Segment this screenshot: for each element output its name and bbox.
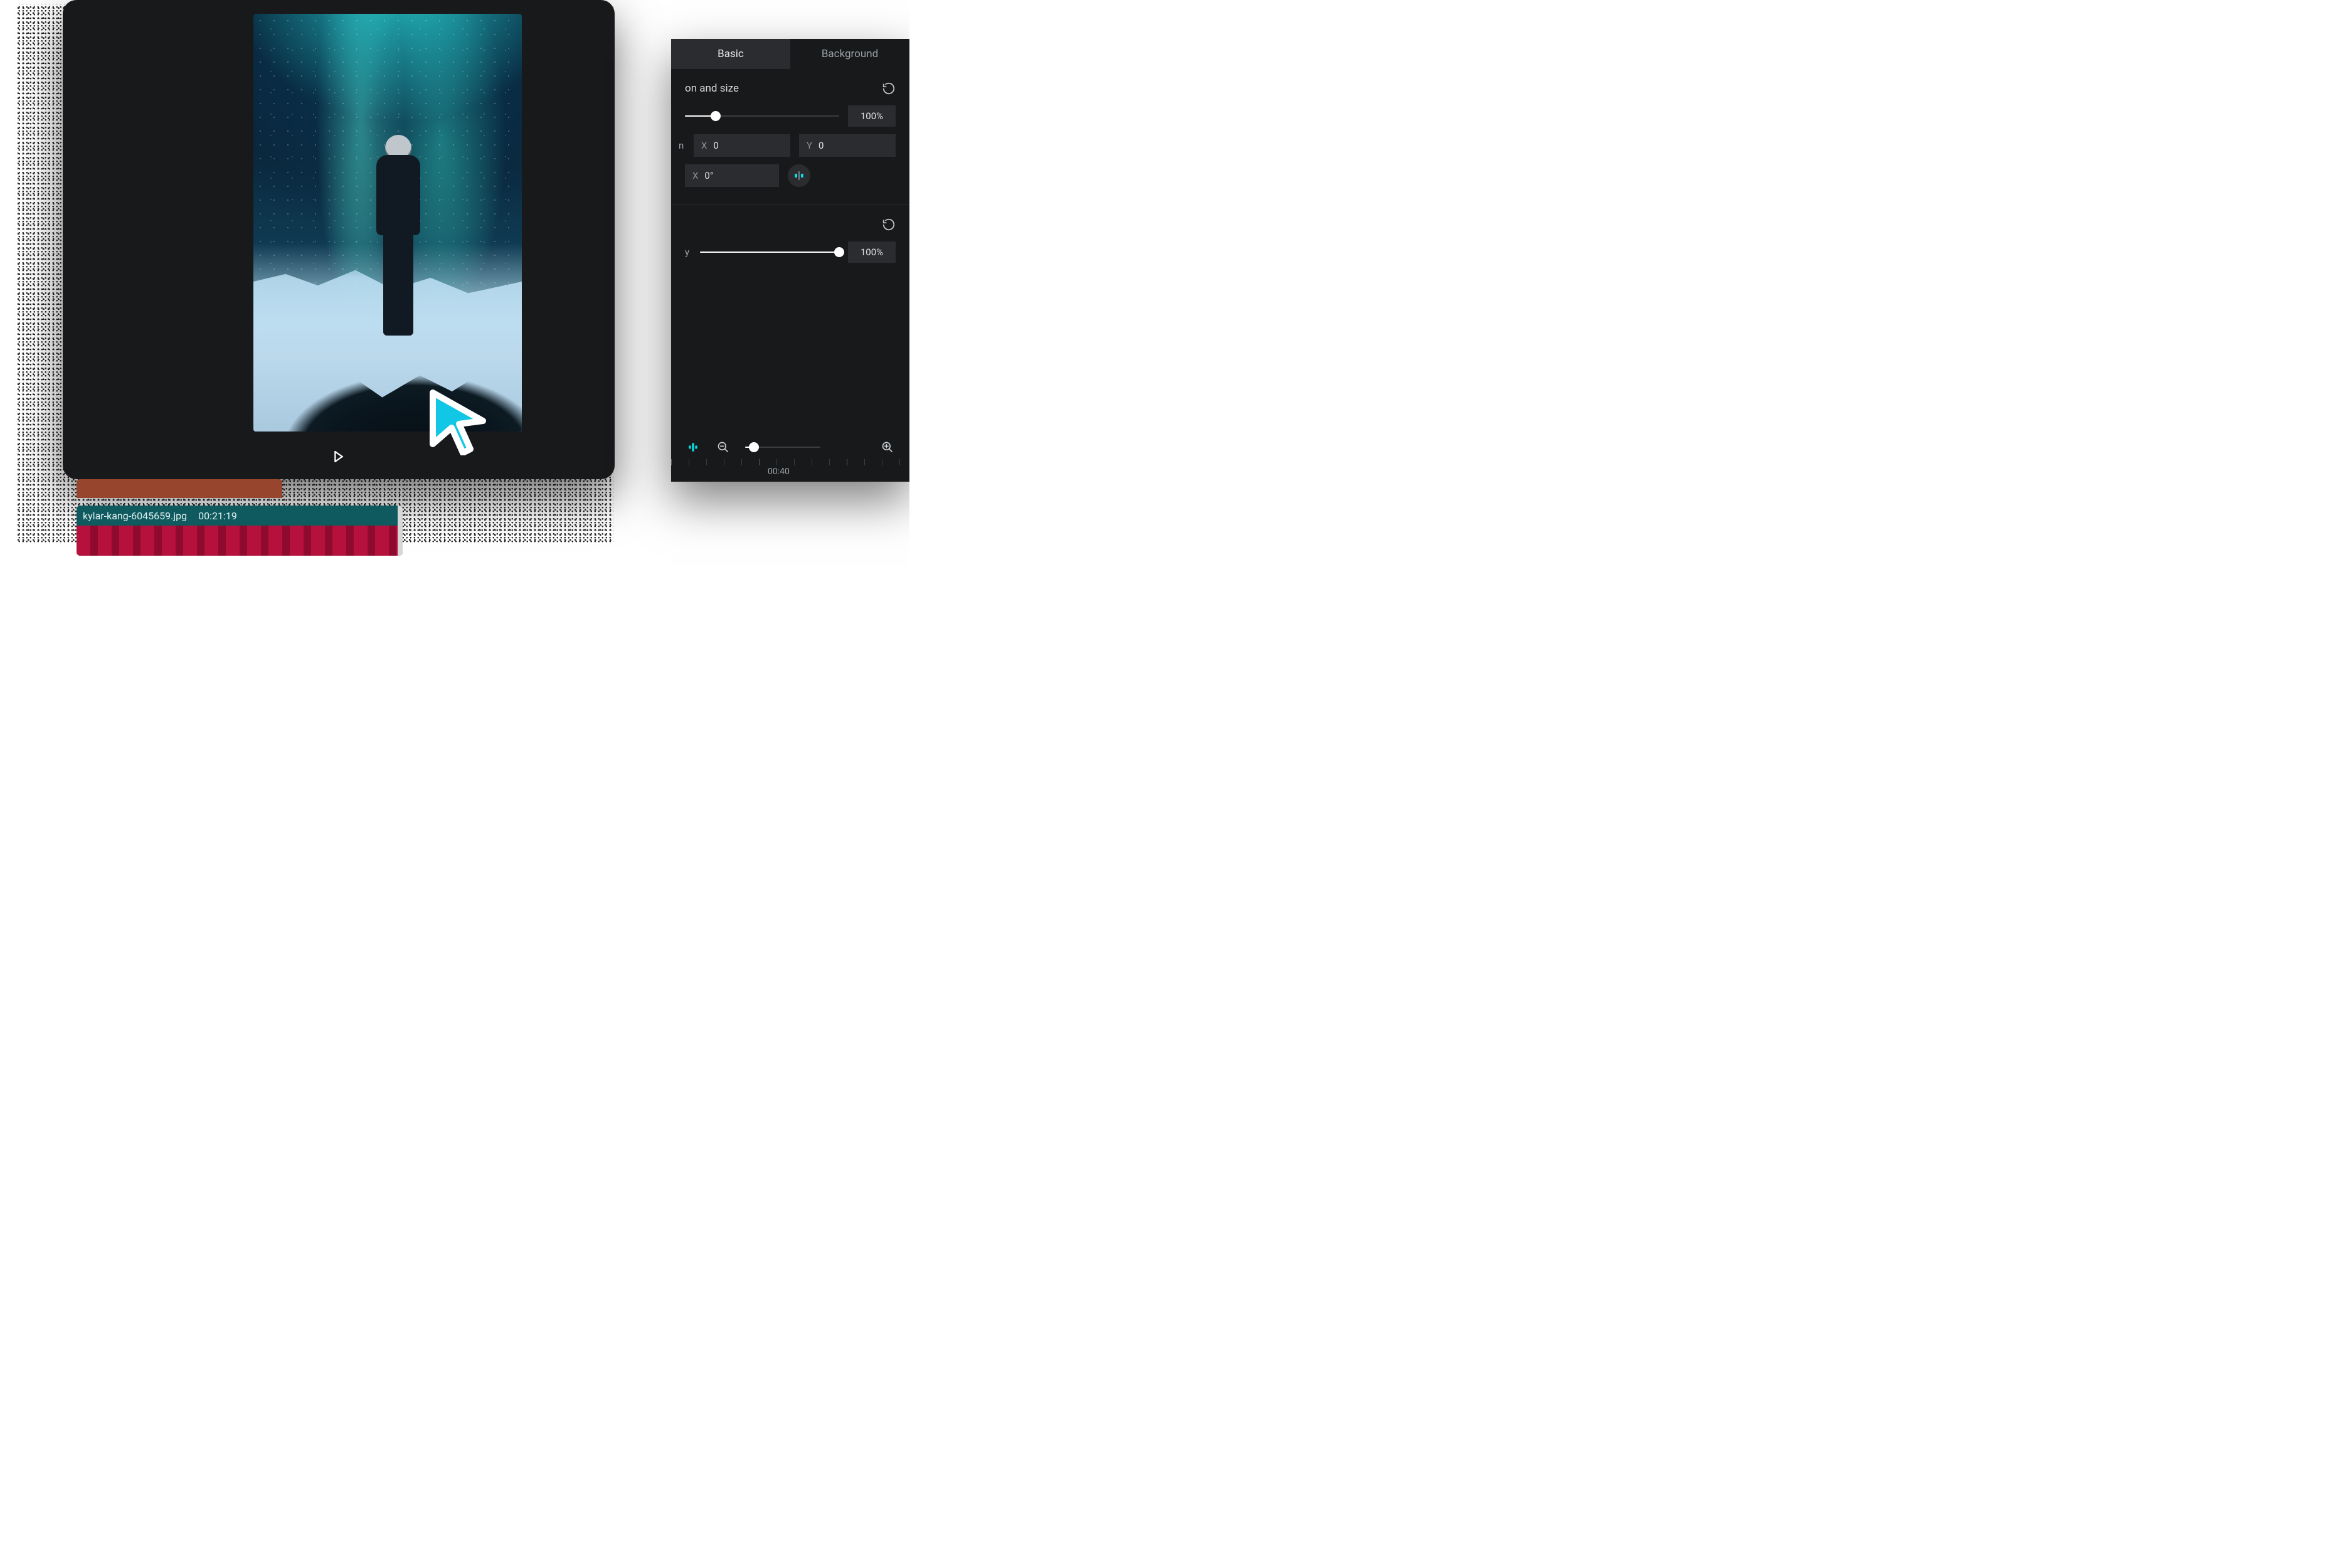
reset-button-2[interactable] — [882, 218, 896, 231]
time-ruler[interactable]: 00:40 — [671, 459, 909, 482]
position-y-field[interactable]: Y 0 — [799, 134, 896, 157]
reset-button[interactable] — [882, 82, 896, 95]
clip-duration: 00:21:19 — [198, 510, 237, 522]
scale-value[interactable]: 100% — [848, 105, 896, 127]
position-label-fragment: n — [679, 140, 685, 151]
secondary-label-fragment: y — [685, 246, 691, 258]
snap-toggle-button[interactable] — [685, 439, 701, 455]
flip-horizontal-button[interactable] — [788, 164, 810, 187]
flip-horizontal-icon — [793, 170, 805, 181]
clip-trim-handle[interactable] — [398, 506, 403, 556]
zoom-in-icon — [881, 441, 894, 453]
play-icon — [334, 451, 344, 462]
preview-panel — [63, 0, 615, 479]
scale-slider[interactable] — [685, 115, 839, 117]
position-x-field[interactable]: X 0 — [694, 134, 790, 157]
section-heading: on and size — [685, 82, 739, 95]
clip-thumbnails — [77, 526, 403, 556]
zoom-slider[interactable] — [745, 447, 820, 448]
zoom-out-button[interactable] — [715, 439, 731, 455]
panel-footer: 00:40 — [671, 433, 909, 482]
rotation-x-field[interactable]: X 0° — [685, 164, 779, 187]
properties-panel: Basic Background on and size 100% n — [671, 39, 909, 482]
scale-slider-knob[interactable] — [711, 111, 721, 121]
timeline-track-top[interactable] — [77, 479, 282, 498]
zoom-out-icon — [717, 441, 729, 453]
opacity-slider[interactable] — [700, 252, 839, 253]
clip-filename: kylar-kang-6045659.jpg — [83, 510, 187, 522]
zoom-in-button[interactable] — [879, 439, 896, 455]
reset-icon — [882, 82, 896, 95]
snap-icon — [687, 441, 699, 453]
section-position-size: on and size 100% n X 0 — [671, 69, 909, 201]
opacity-slider-knob[interactable] — [834, 247, 844, 257]
tab-basic[interactable]: Basic — [671, 39, 790, 69]
preview-canvas[interactable] — [253, 14, 522, 432]
ruler-tick-label: 00:40 — [768, 467, 790, 477]
zoom-slider-knob[interactable] — [749, 442, 759, 452]
play-button[interactable] — [329, 447, 349, 467]
properties-tabs: Basic Background — [671, 39, 909, 69]
timeline-clip[interactable]: kylar-kang-6045659.jpg 00:21:19 — [77, 506, 403, 556]
opacity-value[interactable]: 100% — [848, 241, 896, 263]
section-secondary: y 100% — [671, 205, 909, 277]
reset-icon — [882, 218, 896, 231]
tab-background[interactable]: Background — [790, 39, 909, 69]
